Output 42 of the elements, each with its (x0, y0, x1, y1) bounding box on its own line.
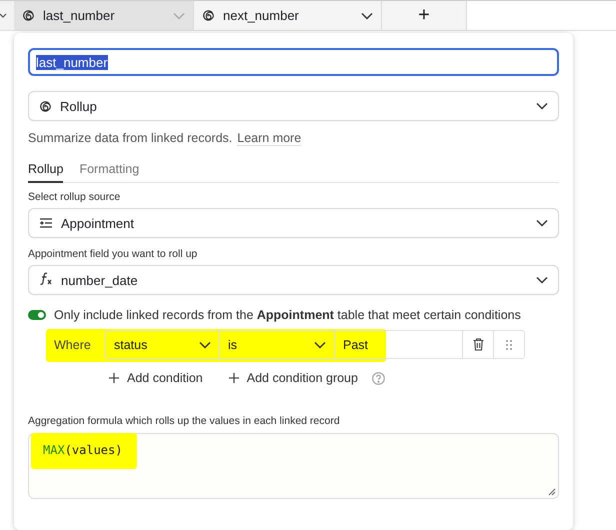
link-lines-icon (39, 218, 53, 228)
spiral-icon (22, 9, 35, 22)
name-field[interactable]: last_number (28, 48, 559, 76)
chevron-down-icon (536, 276, 548, 284)
plus-icon (109, 373, 119, 383)
field-label: Aggregation formula which rolls up the values in each linked record (28, 415, 341, 427)
rollup-source-select[interactable]: Appointment (28, 208, 559, 238)
spiral-icon (39, 100, 52, 112)
formula-field[interactable]: MAX(values) (28, 433, 559, 499)
tab[interactable]: Rollup (28, 162, 64, 183)
condition-field-select[interactable]: status (106, 331, 220, 358)
field-type-select[interactable]: Rollup (28, 91, 559, 121)
spiral-icon (202, 9, 215, 22)
add-column-button[interactable]: + (382, 1, 467, 30)
chevron-down-icon (173, 12, 185, 20)
condition-value-field[interactable]: Past (335, 331, 463, 358)
chevron-down-icon (361, 12, 373, 20)
chevron-down-icon[interactable] (0, 12, 7, 18)
field-label: Select rollup source (28, 191, 122, 203)
learn-more-link[interactable]: Learn more (237, 131, 302, 146)
chevron-down-icon (199, 340, 211, 348)
trash-icon[interactable] (472, 338, 484, 351)
column-header[interactable]: next_number (194, 1, 382, 30)
rollup-field-select[interactable]: number_date (28, 265, 559, 295)
chevron-down-icon (536, 102, 548, 110)
plus-icon (228, 373, 239, 383)
add-condition-button[interactable]: Add condition (109, 371, 203, 385)
add-condition-group-button[interactable]: Add condition group (228, 371, 358, 385)
chevron-down-icon (314, 340, 326, 348)
field-label: Appointment field you want to roll up (28, 248, 198, 260)
help-icon[interactable] (372, 372, 385, 384)
filter-description: Only include linked records from the Appointment table that meet certain conditions (54, 308, 521, 322)
condition-operator-select[interactable]: is (220, 331, 335, 358)
tab[interactable]: Formatting (79, 162, 140, 183)
description-text: Summarize data from linked records. (28, 131, 232, 146)
resize-grip-icon[interactable] (548, 488, 556, 496)
toggle-switch[interactable] (28, 310, 46, 320)
chevron-down-icon (536, 219, 548, 227)
drag-handle-icon[interactable] (506, 340, 512, 350)
formula-icon (39, 272, 53, 288)
column-header[interactable]: last_number (14, 1, 194, 30)
where-label: Where (53, 338, 92, 352)
